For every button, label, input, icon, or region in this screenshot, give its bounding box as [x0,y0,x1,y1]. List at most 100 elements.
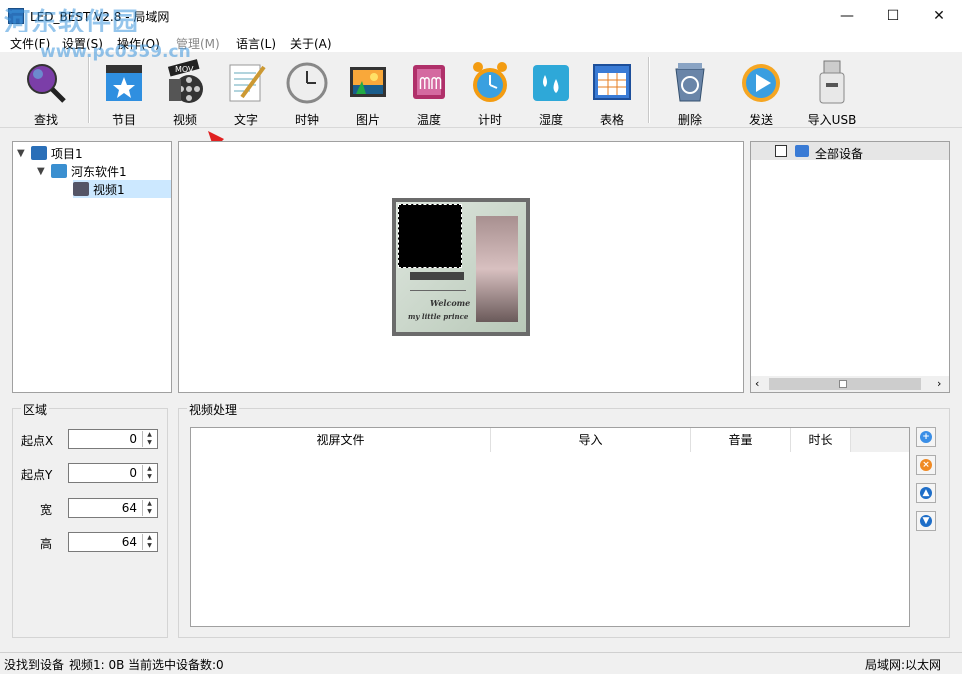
table-header: 视屏文件 导入 音量 时长 [191,428,909,452]
play-send-icon [739,59,783,105]
status-network: 局域网:以太网 [865,658,942,672]
video-processing-title: 视频处理 [187,401,240,418]
devices-icon [795,145,809,157]
start-x-stepper[interactable]: 0 ▲ ▼ [68,429,158,449]
project-tree: ▼ 项目1 ▼ 河东软件1 视频1 [12,141,172,393]
humidity-button[interactable]: 湿度 [521,59,577,127]
timer-button[interactable]: 计时 [460,59,516,127]
search-button[interactable]: 查找 [16,59,72,127]
title-bar: LED_BEST V2.8 - 局域网 河东软件园 — ☐ ✕ [0,0,962,38]
preview-subtitle-text: my little prince [408,312,469,321]
device-header: 全部设备 [751,142,949,161]
all-devices-checkbox[interactable] [775,145,787,157]
temperature-icon: ᗰᗰ [407,59,451,105]
clock-button[interactable]: 时钟 [277,59,333,127]
preview-image: Welcome my little prince [396,202,526,332]
add-video-button[interactable]: + [916,427,936,447]
import-usb-button[interactable]: 导入USB [802,59,858,127]
all-devices-label: 全部设备 [815,147,864,161]
region-title: 区域 [21,401,50,418]
add-icon: + [920,431,932,443]
width-stepper[interactable]: 64 ▲ ▼ [68,498,158,518]
spin-down-icon[interactable]: ▼ [143,473,156,481]
tree-item-project[interactable]: ▼ 项目1 [17,144,83,162]
status-bar: 没找到设备 视频1: 0B 当前选中设备数:0 局域网:以太网 [0,652,962,674]
scroll-thumb[interactable] [769,378,921,390]
text-button[interactable]: 文字 [216,59,272,127]
program-icon [51,164,67,178]
clock-icon [285,59,329,105]
close-button[interactable]: ✕ [916,0,962,31]
minimize-icon: — [840,7,854,24]
toolbar: 查找 节目 MOV 视频 文字 时钟 图片 ᗰᗰ 温度 计时 湿度 表格 删除 … [0,53,962,128]
status-device: 没找到设备 [4,658,65,672]
svg-text:ᗰᗰ: ᗰᗰ [419,74,442,93]
project-icon [31,146,47,160]
height-stepper[interactable]: 64 ▲ ▼ [68,532,158,552]
video-icon [73,182,89,196]
arrow-down-icon: ▼ [920,515,932,527]
alarm-clock-icon [468,59,512,105]
picture-button[interactable]: 图片 [338,59,394,127]
spin-up-icon[interactable]: ▲ [143,534,156,542]
menu-language[interactable]: 语言(L) [236,35,276,52]
recycle-bin-icon [668,59,712,105]
video-file-table: 视屏文件 导入 音量 时长 [190,427,910,627]
minimize-button[interactable]: — [824,0,870,31]
remove-video-button[interactable]: × [916,455,936,475]
move-down-button[interactable]: ▼ [916,511,936,531]
close-icon: ✕ [933,7,945,24]
toolbar-separator [648,57,650,123]
film-reel-icon: MOV [163,59,207,105]
status-selected: 当前选中设备数:0 [128,658,224,672]
video-button[interactable]: MOV 视频 [155,59,211,127]
photo-region [476,216,518,322]
program-icon [102,59,146,105]
column-volume[interactable]: 音量 [691,428,791,452]
led-preview[interactable]: Welcome my little prince [392,198,530,336]
move-up-button[interactable]: ▲ [916,483,936,503]
preview-welcome-text: Welcome [430,298,471,308]
delete-button[interactable]: 删除 [660,59,716,127]
send-button[interactable]: 发送 [731,59,787,127]
menu-about[interactable]: 关于(A) [290,35,332,52]
video-region[interactable] [398,204,462,268]
temperature-button[interactable]: ᗰᗰ 温度 [399,59,455,127]
table-button[interactable]: 表格 [582,59,638,127]
spin-up-icon[interactable]: ▲ [143,500,156,508]
chevron-down-icon[interactable]: ▼ [17,148,31,159]
text-document-icon [224,59,268,105]
spin-down-icon[interactable]: ▼ [143,508,156,516]
horizontal-scrollbar[interactable]: ‹ › [751,376,949,392]
tree-item-video[interactable]: 视频1 [73,180,171,198]
spin-up-icon[interactable]: ▲ [143,431,156,439]
device-panel: 全部设备 ‹ › [750,141,950,393]
column-duration[interactable]: 时长 [791,428,851,452]
width-label: 宽 [40,503,53,517]
tree-item-program[interactable]: ▼ 河东软件1 [37,162,127,180]
scroll-right-icon[interactable]: › [937,377,941,390]
preview-panel: Welcome my little prince [178,141,744,393]
chevron-down-icon[interactable]: ▼ [37,166,51,177]
table-icon [590,59,634,105]
spin-down-icon[interactable]: ▼ [143,439,156,447]
program-button[interactable]: 节目 [94,59,150,127]
search-icon [24,59,68,105]
spin-up-icon[interactable]: ▲ [143,465,156,473]
picture-icon [346,59,390,105]
humidity-icon [529,59,573,105]
scroll-left-icon[interactable]: ‹ [755,377,759,390]
status-video: 视频1: 0B [69,658,125,672]
start-y-stepper[interactable]: 0 ▲ ▼ [68,463,158,483]
toolbar-separator [88,57,90,123]
column-import[interactable]: 导入 [491,428,691,452]
maximize-button[interactable]: ☐ [870,0,916,31]
usb-drive-icon [810,59,854,105]
start-y-label: 起点Y [21,468,53,482]
maximize-icon: ☐ [886,7,900,24]
start-x-label: 起点X [21,434,54,448]
spin-down-icon[interactable]: ▼ [143,542,156,550]
remove-icon: × [920,459,932,471]
column-video-file[interactable]: 视屏文件 [191,428,491,452]
svg-text:MOV: MOV [175,65,194,74]
